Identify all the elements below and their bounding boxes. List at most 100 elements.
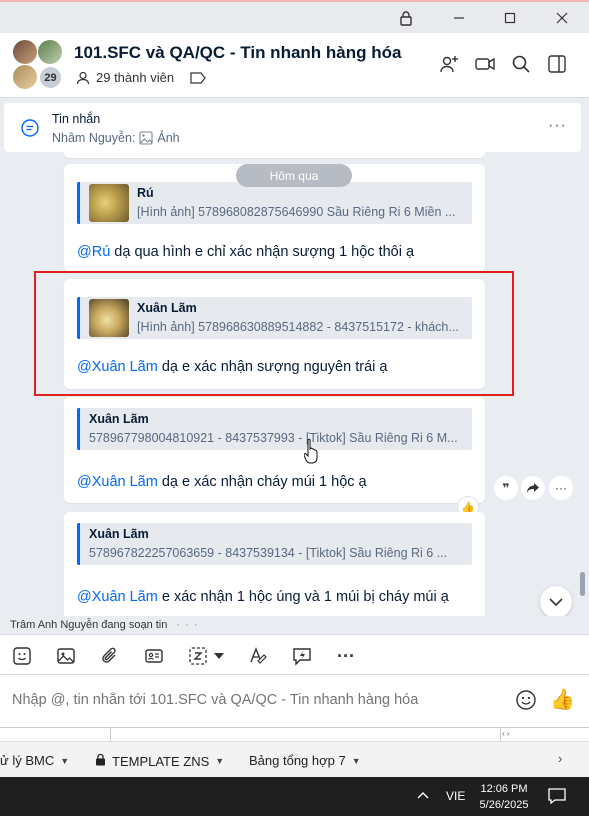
notification-icon[interactable] [547,787,567,805]
message-text: @Xuân Lãm e xác nhận 1 hộc úng và 1 múi … [77,589,449,605]
more-icon[interactable]: ··· [335,645,357,667]
message-list[interactable]: Rú [Hình ảnh] 578968082875646990 Sầu Riê… [0,152,589,616]
quoted-text: [Hình ảnh] 578968630889514882 - 84375151… [137,320,459,334]
background-sheet-row: ‹ › [0,727,589,742]
quoted-sender: Xuân Lãm [137,301,197,315]
close-icon[interactable] [552,8,572,28]
quoted-sender: Xuân Lãm [89,527,149,541]
more-icon[interactable]: ··· [548,117,567,135]
typing-dots-icon: · · · [176,619,199,631]
clock-time: 12:06 PM [480,783,528,795]
message-body: dạ e xác nhận sượng nguyên trái ạ [157,359,388,375]
scroll-down-button[interactable] [540,586,572,616]
message-bubble[interactable]: Xuân Lãm [Hình ảnh] 578968630889514882 -… [64,279,485,389]
quoted-message[interactable]: Xuân Lãm 578967798004810921 - 8437537993… [77,408,472,450]
message-composer: 👍 [0,675,589,727]
scrollbar-thumb[interactable] [580,572,585,596]
group-avatar[interactable]: 29 [13,40,65,92]
clock[interactable]: 12:06 PM 5/26/2025 [478,781,530,813]
mention[interactable]: @Xuân Lãm [77,359,158,375]
caret-down-icon[interactable] [212,645,226,667]
composer-toolbar: ··· [0,634,589,675]
mention[interactable]: @Xuân Lãm [77,474,158,490]
add-member-icon[interactable] [438,53,462,77]
pinned-sender: Nhâm Nguyễn: [52,131,136,145]
quoted-sender: Rú [137,186,154,200]
member-avatar [13,65,37,89]
mention[interactable]: @Xuân Lãm [77,589,158,605]
typing-indicator: Trâm Anh Nguyễn đang soạn tin · · · [0,616,589,634]
sidebar-toggle-icon[interactable] [546,53,570,77]
more-actions-icon[interactable]: ··· [549,476,573,500]
mention[interactable]: @Rú [77,244,110,260]
quoted-image-thumbnail [89,184,129,222]
text-format-icon[interactable] [247,645,269,667]
caret-down-icon: ▼ [60,755,70,766]
quoted-text: 578967822257063659 - 8437539134 - [Tikto… [89,546,448,560]
member-avatar [13,40,37,64]
message-body: dạ e xác nhận cháy múi 1 hộc ạ [157,474,367,490]
hand-cursor-icon [304,438,318,464]
member-count-badge: 29 [38,65,63,90]
message-bubble[interactable] [64,152,485,158]
lock-icon [95,753,106,769]
typing-text: Trâm Anh Nguyễn đang soạn tin [10,619,168,631]
image-icon [139,131,153,145]
user-icon [76,71,90,84]
os-taskbar: VIE 12:06 PM 5/26/2025 [0,777,589,816]
chevron-right-icon[interactable]: › [558,751,562,766]
screenshot-icon[interactable] [187,645,209,667]
sticker-icon[interactable] [11,645,33,667]
sheet-tab[interactable]: ử lý BMC ▼ [0,753,69,768]
thumbs-up-icon[interactable]: 👍 [550,687,575,712]
chat-bubble-icon [20,118,40,138]
maximize-icon[interactable] [500,8,520,28]
message-body: e xác nhận 1 hộc úng và 1 múi bị cháy mú… [157,589,449,605]
pinned-message[interactable]: Tin nhắn Nhâm Nguyễn: Ảnh ··· [4,103,581,152]
search-icon[interactable] [510,53,534,77]
minimize-icon[interactable] [449,8,469,28]
pinned-title: Tin nhắn [52,112,101,126]
pinned-preview: Nhâm Nguyễn: Ảnh [52,131,180,145]
caret-down-icon: ▼ [215,756,225,766]
message-text: @Xuân Lãm dạ e xác nhận sượng nguyên trá… [77,359,387,375]
member-count[interactable]: 29 thành viên [76,70,206,85]
scroll-arrows-icon[interactable]: ‹ › [502,729,510,738]
message-text: @Rú dạ qua hình e chỉ xác nhận sượng 1 h… [77,244,414,260]
attachment-icon[interactable] [99,645,121,667]
clock-date: 5/26/2025 [479,799,529,811]
video-call-icon[interactable] [474,53,498,77]
message-bubble[interactable]: Xuân Lãm 578967798004810921 - 8437537993… [64,397,485,503]
quoted-image-thumbnail [89,299,129,337]
message-body: dạ qua hình e chỉ xác nhận sượng 1 hộc t… [110,244,415,260]
message-text: @Xuân Lãm dạ e xác nhận cháy múi 1 hộc ạ [77,474,367,490]
quoted-message[interactable]: Xuân Lãm 578967822257063659 - 8437539134… [77,523,472,565]
language-indicator[interactable]: VIE [446,789,465,803]
quoted-sender: Xuân Lãm [89,412,149,426]
quote-icon[interactable]: ❞ [494,476,518,500]
message-input[interactable] [12,692,492,708]
quoted-text: [Hình ảnh] 578968082875646990 Sầu Riêng … [137,205,456,219]
message-bubble[interactable]: Xuân Lãm 578967822257063659 - 8437539134… [64,512,485,616]
emoji-icon[interactable] [515,689,537,711]
window-titlebar [0,0,589,33]
chevron-down-icon [549,598,563,607]
quoted-message[interactable]: Xuân Lãm [Hình ảnh] 578968630889514882 -… [77,297,472,339]
sheet-tabs: ử lý BMC ▼ TEMPLATE ZNS ▼ Bảng tổng hợp … [0,741,589,777]
group-title[interactable]: 101.SFC và QA/QC - Tin nhanh hàng hóa [74,43,401,63]
lock-icon[interactable] [396,8,416,28]
chevron-up-icon[interactable] [417,788,429,802]
forward-icon[interactable] [521,476,545,500]
member-avatar [38,40,62,64]
sheet-tab[interactable]: TEMPLATE ZNS ▼ [95,753,224,769]
members-label: 29 thành viên [96,70,175,85]
image-icon[interactable] [55,645,77,667]
contact-card-icon[interactable] [143,645,165,667]
tag-icon[interactable] [190,71,206,84]
quick-message-icon[interactable] [291,645,313,667]
quoted-text: 578967798004810921 - 8437537993 - [Tikto… [89,431,458,445]
sheet-tab[interactable]: Bảng tổng hợp 7 ▼ [249,753,361,768]
caret-down-icon: ▼ [351,755,361,766]
conversation-header: 29 101.SFC và QA/QC - Tin nhanh hàng hóa… [0,33,589,98]
quoted-message[interactable]: Rú [Hình ảnh] 578968082875646990 Sầu Riê… [77,182,472,224]
